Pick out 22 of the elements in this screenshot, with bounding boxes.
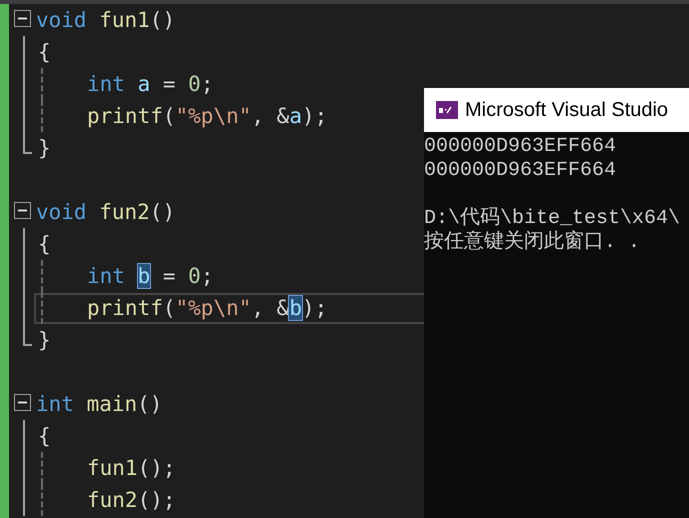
- console-output-line: 000000D963EFF664: [424, 135, 618, 159]
- collapse-icon[interactable]: [14, 394, 31, 411]
- code-line: void fun1(): [36, 7, 176, 34]
- code-line: int a = 0;: [87, 71, 214, 98]
- code-line: }: [38, 135, 51, 162]
- collapse-icon[interactable]: [14, 10, 31, 27]
- collapse-icon[interactable]: [14, 202, 31, 219]
- code-line: printf("%p\n", &a);: [87, 103, 328, 130]
- code-line: int main(): [36, 391, 162, 418]
- code-line: {: [38, 423, 51, 450]
- console-output-line: 000000D963EFF664: [424, 159, 618, 183]
- console-title: Microsoft Visual Studio: [465, 98, 668, 123]
- code-line: }: [38, 327, 51, 354]
- code-line: fun2();: [87, 487, 176, 514]
- code-line: int b = 0;: [87, 263, 214, 290]
- console-app-icon: [436, 101, 458, 119]
- code-line: {: [38, 231, 51, 258]
- code-line: {: [38, 39, 51, 66]
- console-output-line: D:\代码\bite_test\x64\: [424, 207, 682, 230]
- console-output-line: 按任意键关闭此窗口. .: [424, 231, 642, 255]
- code-line: void fun2(): [36, 199, 176, 226]
- code-line: fun1();: [87, 455, 176, 482]
